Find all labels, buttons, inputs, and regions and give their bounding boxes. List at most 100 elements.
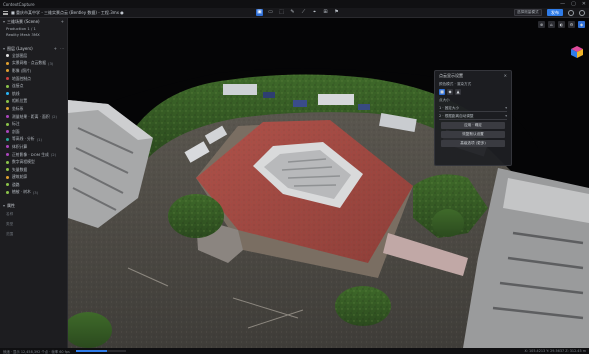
layer-item[interactable]: 剖面 — [0, 128, 67, 136]
settings-icon[interactable]: ⚙ — [568, 21, 575, 28]
layer-label: 植被 · 树木 — [12, 189, 31, 195]
contrast-icon[interactable]: ◐ — [558, 21, 565, 28]
layer-item[interactable]: 坐标系 — [0, 105, 67, 113]
layer-item[interactable]: 相机位置 — [0, 98, 67, 106]
layers-section-header[interactable]: ▾ 图层 (Layers) + ⋯ — [0, 45, 67, 52]
elevation-mode-icon[interactable]: ▲ — [455, 89, 461, 95]
tree — [432, 209, 464, 237]
layer-color-icon — [6, 130, 9, 134]
mode-select[interactable]: 选择测量模式 — [514, 9, 542, 16]
home-icon[interactable]: ⌂ — [548, 21, 555, 28]
intensity-mode-icon[interactable]: ◆ — [447, 89, 453, 95]
rgb-mode-icon[interactable]: ■ — [439, 89, 445, 95]
layer-color-icon — [6, 168, 9, 172]
point-size-select[interactable]: 1 · 固定大小 ▾ — [439, 105, 507, 112]
scene-item-key: Production — [6, 25, 27, 31]
layers-header-label: 图层 (Layers) — [7, 45, 33, 51]
flag-tool-icon[interactable]: ⚑ — [333, 9, 340, 16]
coordinate-readout: X: 105.4213 Y: 29.5637 Z: 312.45 m — [524, 349, 586, 353]
layer-color-icon — [6, 54, 9, 58]
app-title: ContextCapture — [3, 1, 35, 7]
menu-icon[interactable] — [3, 10, 8, 15]
layer-item[interactable]: 建筑轮廓 — [0, 174, 67, 182]
close-icon[interactable]: ✕ — [582, 1, 586, 7]
display-settings-panel: 点云显示设置 ✕ 颜色模式 · 渲染方式 ■ ◆ ▲ 点大小 1 · 固定大小 … — [434, 70, 512, 166]
advanced-button[interactable]: 高级选项 (更多) — [441, 140, 505, 147]
chevron-down-icon: ▾ — [505, 106, 507, 110]
vehicle — [318, 94, 354, 105]
status-bar: 就绪 · 显示 12,458,392 个点 · 帧率 60 fps X: 105… — [0, 348, 589, 354]
layer-label: 航线 — [12, 90, 20, 96]
pen-tool-icon[interactable]: ✎ — [289, 9, 296, 16]
properties-header-label: 属性 — [7, 202, 16, 208]
left-panel: ▾ 三维场景 (Scene) + Production 1 / 1 Realit… — [0, 18, 68, 348]
layer-item[interactable]: 道路 — [0, 181, 67, 189]
progress-bar — [75, 350, 126, 352]
add-icon[interactable]: + — [61, 19, 64, 24]
app-window: ContextCapture — ▢ ✕ ■ 重庆市某中学 - 三维实景点云 (… — [0, 0, 589, 354]
layer-item[interactable]: 全部图层 — [0, 52, 67, 60]
publish-button[interactable]: 发布 — [547, 9, 563, 16]
layer-item[interactable]: 正射影像 · DOM 生成 (2) — [0, 151, 67, 159]
layer-item[interactable]: 植被 · 树木 (3) — [0, 189, 67, 197]
line-tool-icon[interactable]: ⟋ — [300, 9, 307, 16]
box-tool-icon[interactable]: ⬚ — [278, 9, 285, 16]
layer-label: 标注 — [12, 121, 20, 127]
layer-item[interactable]: 数字高程模型 — [0, 158, 67, 166]
layer-item[interactable]: 测量结果 · 距离 · 面积 (2) — [0, 113, 67, 121]
rectangle-tool-icon[interactable]: ▭ — [267, 9, 274, 16]
layer-item[interactable]: 连接点 — [0, 82, 67, 90]
maximize-icon[interactable]: ▢ — [571, 1, 576, 7]
help-icon[interactable] — [568, 9, 574, 16]
layer-label: 数字高程模型 — [12, 159, 35, 165]
layer-label: 地面控制点 — [12, 75, 31, 81]
user-icon[interactable] — [579, 9, 585, 16]
chevron-down-icon: ▾ — [3, 46, 6, 51]
more-icon[interactable]: ⋯ — [60, 46, 64, 51]
layer-item[interactable]: 矢量数据 — [0, 166, 67, 174]
layer-count: (2) — [50, 152, 57, 158]
layer-label: 影像 (照片) — [12, 67, 32, 73]
layer-item[interactable]: 航线 — [0, 90, 67, 98]
layer-label: 剖面 — [12, 128, 20, 134]
panel-title-bar: 点云显示设置 ✕ — [435, 71, 511, 80]
status-text: 就绪 · 显示 12,458,392 个点 · 帧率 60 fps — [3, 349, 70, 354]
color-mode-group: ■ ◆ ▲ — [435, 88, 511, 96]
point-size-label: 点大小 — [439, 97, 450, 102]
project-path: ■ 重庆市某中学 - 三维实景点云 (Bentley 数据) - 工程.3mx … — [11, 9, 124, 15]
minimize-icon[interactable]: — — [560, 1, 565, 7]
target-tool-icon[interactable]: ⌖ — [311, 9, 318, 16]
scene-item[interactable]: Reality Mesh 3MX — [0, 31, 67, 37]
select-value: 1 · 固定大小 — [439, 105, 460, 110]
layer-item[interactable]: 体积计算 — [0, 143, 67, 151]
add-icon[interactable]: + — [54, 46, 57, 51]
point-cloud-scene[interactable] — [68, 18, 589, 348]
layer-item[interactable]: 实景网格 · 点云数据 (3) — [0, 60, 67, 68]
select-tool-icon[interactable]: ▣ — [256, 9, 263, 16]
layer-label: 相机位置 — [12, 98, 28, 104]
property-row: 范围 — [6, 231, 14, 236]
layer-item[interactable]: 等高线 · 分析 (1) — [0, 136, 67, 144]
crosshair-icon[interactable]: ⊕ — [538, 21, 545, 28]
layer-count: (3) — [32, 189, 39, 195]
scaling-select[interactable]: 2 · 根据距离自动调整 ▾ — [439, 113, 507, 120]
apply-button[interactable]: 应用 · 确定 — [441, 122, 505, 129]
layer-label: 全部图层 — [12, 52, 28, 58]
layer-item[interactable]: 地面控制点 — [0, 75, 67, 83]
scene-section-header[interactable]: ▾ 三维场景 (Scene) + — [0, 18, 67, 25]
section-actions: + — [61, 19, 64, 24]
panel-subtitle: 颜色模式 · 渲染方式 — [439, 81, 472, 86]
close-icon[interactable]: ✕ — [504, 73, 507, 78]
layer-count: (2) — [51, 114, 58, 120]
properties-section-header[interactable]: ▾ 属性 — [0, 202, 67, 209]
layers-icon[interactable]: ◆ — [578, 21, 585, 28]
navigation-cube-icon[interactable] — [570, 45, 584, 59]
3d-viewport[interactable]: ⊕ ⌂ ◐ ⚙ ◆ 点云显示设置 ✕ 颜色模式 · 渲染方式 ■ ◆ ▲ 点大小 — [68, 18, 589, 348]
layer-label: 道路 — [12, 181, 20, 187]
scene-item-value: 3MX — [31, 31, 40, 37]
layer-item[interactable]: 标注 — [0, 120, 67, 128]
reset-button[interactable]: 恢复默认设置 — [441, 131, 505, 138]
grid-tool-icon[interactable]: ⊞ — [322, 9, 329, 16]
layer-count: (3) — [48, 60, 54, 66]
layer-item[interactable]: 影像 (照片) — [0, 67, 67, 75]
